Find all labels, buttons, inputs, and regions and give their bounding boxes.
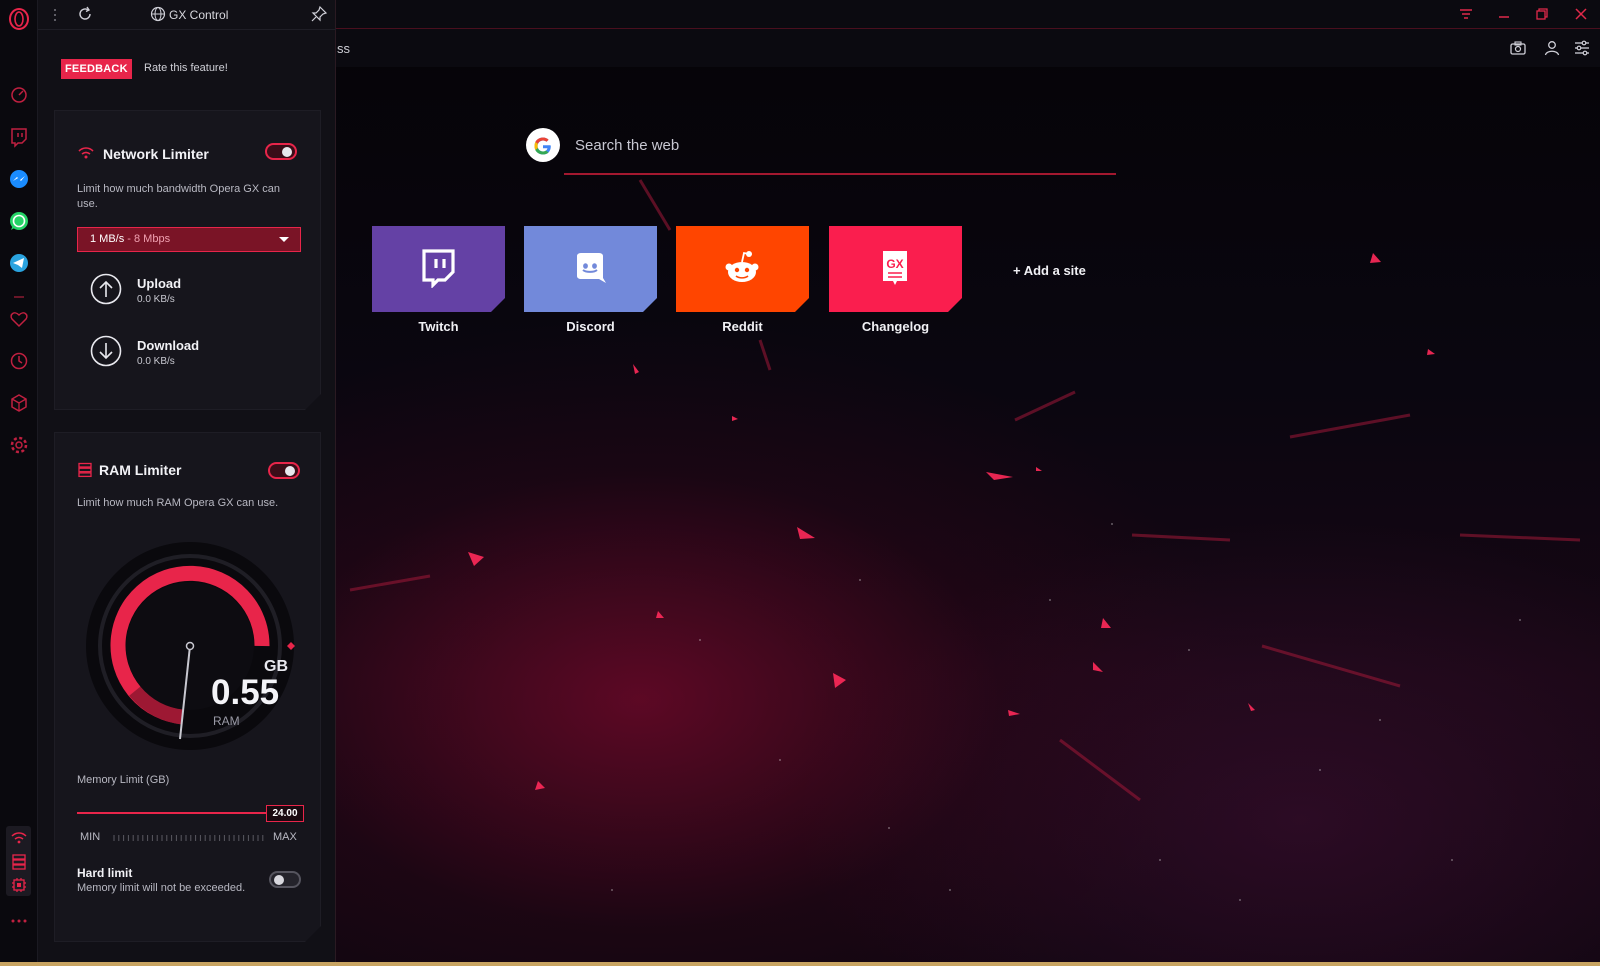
- favorites-icon[interactable]: [8, 308, 30, 330]
- sidebar-divider: [8, 286, 30, 298]
- speed-dial-label-changelog: Changelog: [861, 319, 930, 334]
- toggle-knob: [274, 875, 284, 885]
- toggle-knob: [282, 147, 292, 157]
- ram-icon: [77, 462, 93, 478]
- whatsapp-icon[interactable]: [8, 210, 30, 232]
- history-icon[interactable]: [8, 350, 30, 372]
- feedback-button[interactable]: FEEDBACK: [61, 59, 132, 79]
- filter-icon[interactable]: [1455, 4, 1477, 24]
- network-limiter-icon[interactable]: [9, 828, 29, 848]
- bandwidth-select-value: 1 MB/s: [90, 233, 125, 245]
- memory-limit-slider[interactable]: [77, 812, 271, 814]
- twitch-icon[interactable]: [8, 126, 30, 148]
- gx-changelog-icon: GX: [875, 248, 915, 288]
- upload-label: Upload: [137, 276, 182, 291]
- sidebar: [0, 0, 38, 966]
- extensions-icon[interactable]: [8, 392, 30, 414]
- cpu-limiter-icon[interactable]: [9, 875, 29, 895]
- drag-handle-icon[interactable]: [52, 7, 58, 23]
- slider-value-handle[interactable]: 24.00: [266, 805, 304, 822]
- telegram-icon[interactable]: [8, 252, 30, 274]
- slider-ticks: [113, 835, 264, 841]
- bandwidth-select-sub: - 8 Mbps: [124, 233, 171, 245]
- ram-limiter-description: Limit how much RAM Opera GX can use.: [77, 497, 279, 509]
- taskbar-edge: [0, 962, 1600, 966]
- camera-icon[interactable]: [1508, 38, 1528, 58]
- slider-max-label: MAX: [273, 831, 297, 843]
- gauge-value: 0.55: [211, 673, 280, 712]
- gauge-label: RAM: [213, 714, 240, 728]
- speed-dial-label-reddit: Reddit: [722, 319, 763, 334]
- network-limiter-toggle[interactable]: [265, 143, 297, 160]
- google-logo-icon[interactable]: [526, 128, 560, 162]
- opera-logo-icon[interactable]: [8, 8, 30, 30]
- bandwidth-select[interactable]: 1 MB/s - 8 Mbps: [77, 227, 301, 252]
- globe-icon: [150, 6, 166, 22]
- toggle-knob: [285, 466, 295, 476]
- rate-feature-text: Rate this feature!: [144, 62, 228, 74]
- speed-dial-label-twitch: Twitch: [418, 319, 459, 334]
- speed-dial-label-discord: Discord: [566, 319, 615, 334]
- address-text[interactable]: ss: [337, 41, 350, 56]
- ram-limiter-toggle[interactable]: [268, 462, 300, 479]
- close-icon[interactable]: [1570, 4, 1592, 24]
- search-underline: [564, 173, 1116, 175]
- hard-limit-title: Hard limit: [77, 866, 133, 880]
- speed-dial-tile-discord[interactable]: [524, 226, 657, 312]
- ram-limiter-card: RAM Limiter Limit how much RAM Opera GX …: [54, 432, 321, 942]
- panel-title: GX Control: [169, 8, 229, 22]
- network-limiter-title: Network Limiter: [103, 146, 209, 162]
- slider-min-label: MIN: [80, 831, 101, 843]
- speed-dial-tile-changelog[interactable]: GX: [829, 226, 962, 312]
- gx-control-panel: GX Control FEEDBACK Rate this feature! N…: [38, 0, 336, 966]
- more-icon[interactable]: [8, 914, 30, 926]
- discord-logo-icon: [570, 248, 610, 288]
- network-limiter-card: Network Limiter Limit how much bandwidth…: [54, 110, 321, 410]
- speed-dial-tile-reddit[interactable]: [676, 226, 809, 312]
- speed-dial-icon[interactable]: [8, 84, 30, 106]
- chevron-down-icon: [279, 237, 289, 242]
- ram-gauge: [86, 542, 295, 750]
- svg-text:GX: GX: [886, 257, 903, 271]
- easy-setup-icon[interactable]: [1572, 38, 1592, 58]
- ram-limiter-title: RAM Limiter: [99, 462, 182, 478]
- download-label: Download: [137, 338, 200, 353]
- download-icon: [90, 335, 122, 367]
- twitch-logo-icon: [418, 248, 458, 288]
- messenger-icon[interactable]: [8, 168, 30, 190]
- restore-icon[interactable]: [1531, 4, 1553, 24]
- pin-icon[interactable]: [310, 5, 328, 23]
- hard-limit-description: Memory limit will not be exceeded.: [77, 882, 246, 894]
- minimize-icon[interactable]: [1493, 4, 1515, 24]
- hard-limit-toggle[interactable]: [269, 871, 301, 888]
- search-input[interactable]: [563, 128, 1113, 162]
- upload-value: 0.0 KB/s: [137, 294, 175, 305]
- wifi-icon: [77, 144, 95, 162]
- account-icon[interactable]: [1542, 38, 1562, 58]
- panel-header: GX Control: [38, 0, 336, 30]
- reload-icon[interactable]: [76, 5, 94, 23]
- memory-limit-label: Memory Limit (GB): [77, 774, 170, 786]
- network-limiter-description: Limit how much bandwidth Opera GX can us…: [77, 183, 280, 210]
- ram-limiter-icon[interactable]: [9, 852, 29, 872]
- reddit-logo-icon: [722, 248, 762, 288]
- download-value: 0.0 KB/s: [137, 356, 175, 367]
- speed-dial-tile-twitch[interactable]: [372, 226, 505, 312]
- upload-icon: [90, 273, 122, 305]
- add-site-button[interactable]: + Add a site: [1013, 263, 1086, 278]
- settings-icon[interactable]: [8, 434, 30, 456]
